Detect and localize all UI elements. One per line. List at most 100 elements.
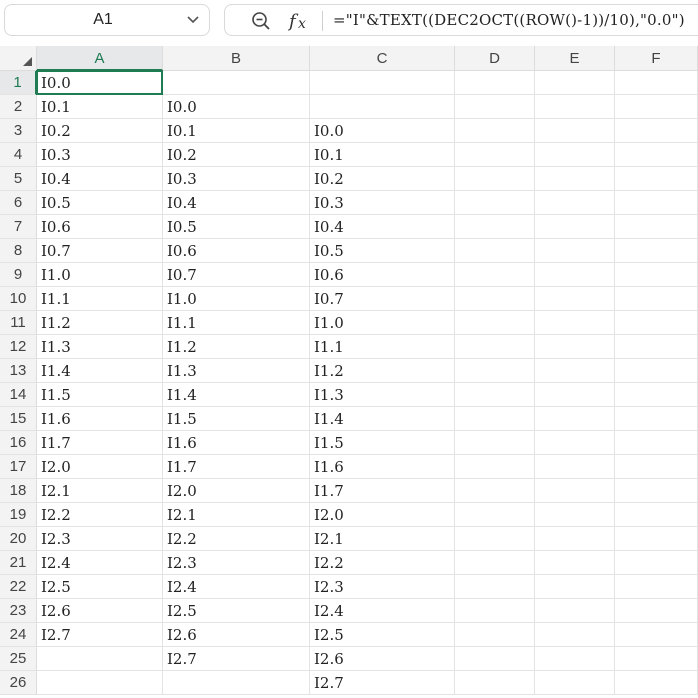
cell-f26[interactable]	[615, 671, 698, 695]
cell-e20[interactable]	[535, 527, 615, 551]
cell-b4[interactable]: I0.2	[163, 143, 310, 167]
cell-c3[interactable]: I0.0	[310, 119, 455, 143]
cell-f25[interactable]	[615, 647, 698, 671]
cell-f4[interactable]	[615, 143, 698, 167]
row-header-14[interactable]: 14	[0, 383, 37, 407]
row-header-13[interactable]: 13	[0, 359, 37, 383]
cell-b15[interactable]: I1.5	[163, 407, 310, 431]
row-header-17[interactable]: 17	[0, 455, 37, 479]
cell-e1[interactable]	[535, 71, 615, 95]
cell-c2[interactable]	[310, 95, 455, 119]
cell-b16[interactable]: I1.6	[163, 431, 310, 455]
cell-a3[interactable]: I0.2	[37, 119, 163, 143]
cell-e22[interactable]	[535, 575, 615, 599]
cell-c14[interactable]: I1.3	[310, 383, 455, 407]
zoom-out-icon[interactable]	[251, 11, 271, 31]
row-header-10[interactable]: 10	[0, 287, 37, 311]
cell-f14[interactable]	[615, 383, 698, 407]
cell-f7[interactable]	[615, 215, 698, 239]
cell-e12[interactable]	[535, 335, 615, 359]
cell-a6[interactable]: I0.5	[37, 191, 163, 215]
row-header-21[interactable]: 21	[0, 551, 37, 575]
cell-e15[interactable]	[535, 407, 615, 431]
cell-f19[interactable]	[615, 503, 698, 527]
cell-a14[interactable]: I1.5	[37, 383, 163, 407]
cell-f13[interactable]	[615, 359, 698, 383]
cell-b1[interactable]	[163, 71, 310, 95]
cell-b5[interactable]: I0.3	[163, 167, 310, 191]
row-header-22[interactable]: 22	[0, 575, 37, 599]
cell-d1[interactable]	[455, 71, 535, 95]
cell-e26[interactable]	[535, 671, 615, 695]
cell-c1[interactable]	[310, 71, 455, 95]
cell-b9[interactable]: I0.7	[163, 263, 310, 287]
cell-a5[interactable]: I0.4	[37, 167, 163, 191]
row-header-4[interactable]: 4	[0, 143, 37, 167]
row-header-25[interactable]: 25	[0, 647, 37, 671]
cell-c21[interactable]: I2.2	[310, 551, 455, 575]
cell-f5[interactable]	[615, 167, 698, 191]
cell-d20[interactable]	[455, 527, 535, 551]
cell-f16[interactable]	[615, 431, 698, 455]
cell-a26[interactable]	[37, 671, 163, 695]
cell-b7[interactable]: I0.5	[163, 215, 310, 239]
row-header-7[interactable]: 7	[0, 215, 37, 239]
cell-d16[interactable]	[455, 431, 535, 455]
cell-a23[interactable]: I2.6	[37, 599, 163, 623]
cell-c4[interactable]: I0.1	[310, 143, 455, 167]
row-header-9[interactable]: 9	[0, 263, 37, 287]
cell-b20[interactable]: I2.2	[163, 527, 310, 551]
cell-c8[interactable]: I0.5	[310, 239, 455, 263]
cell-f22[interactable]	[615, 575, 698, 599]
cell-e4[interactable]	[535, 143, 615, 167]
row-header-1[interactable]: 1	[0, 71, 37, 95]
column-header-f[interactable]: F	[615, 46, 698, 71]
cell-d23[interactable]	[455, 599, 535, 623]
cell-b3[interactable]: I0.1	[163, 119, 310, 143]
cell-e2[interactable]	[535, 95, 615, 119]
cell-f8[interactable]	[615, 239, 698, 263]
cell-e5[interactable]	[535, 167, 615, 191]
cell-d22[interactable]	[455, 575, 535, 599]
cell-d11[interactable]	[455, 311, 535, 335]
cell-d4[interactable]	[455, 143, 535, 167]
cell-e13[interactable]	[535, 359, 615, 383]
fx-icon[interactable]: f x	[287, 9, 313, 33]
cell-d19[interactable]	[455, 503, 535, 527]
cell-c22[interactable]: I2.3	[310, 575, 455, 599]
row-header-20[interactable]: 20	[0, 527, 37, 551]
cell-e6[interactable]	[535, 191, 615, 215]
cell-f17[interactable]	[615, 455, 698, 479]
cell-d6[interactable]	[455, 191, 535, 215]
cell-a8[interactable]: I0.7	[37, 239, 163, 263]
cell-f24[interactable]	[615, 623, 698, 647]
cell-c5[interactable]: I0.2	[310, 167, 455, 191]
cell-b21[interactable]: I2.3	[163, 551, 310, 575]
cell-e8[interactable]	[535, 239, 615, 263]
cell-f1[interactable]	[615, 71, 698, 95]
cell-f11[interactable]	[615, 311, 698, 335]
cell-f3[interactable]	[615, 119, 698, 143]
row-header-15[interactable]: 15	[0, 407, 37, 431]
cell-f21[interactable]	[615, 551, 698, 575]
cell-a20[interactable]: I2.3	[37, 527, 163, 551]
name-box[interactable]: A1	[4, 4, 210, 36]
cell-c12[interactable]: I1.1	[310, 335, 455, 359]
cell-c23[interactable]: I2.4	[310, 599, 455, 623]
cell-e7[interactable]	[535, 215, 615, 239]
cell-c26[interactable]: I2.7	[310, 671, 455, 695]
cell-c7[interactable]: I0.4	[310, 215, 455, 239]
cell-c18[interactable]: I1.7	[310, 479, 455, 503]
cell-d9[interactable]	[455, 263, 535, 287]
cell-d3[interactable]	[455, 119, 535, 143]
cell-a9[interactable]: I1.0	[37, 263, 163, 287]
cell-e18[interactable]	[535, 479, 615, 503]
cell-c17[interactable]: I1.6	[310, 455, 455, 479]
row-header-12[interactable]: 12	[0, 335, 37, 359]
row-header-3[interactable]: 3	[0, 119, 37, 143]
cell-d13[interactable]	[455, 359, 535, 383]
cell-d24[interactable]	[455, 623, 535, 647]
cell-e24[interactable]	[535, 623, 615, 647]
cell-a15[interactable]: I1.6	[37, 407, 163, 431]
cell-e3[interactable]	[535, 119, 615, 143]
